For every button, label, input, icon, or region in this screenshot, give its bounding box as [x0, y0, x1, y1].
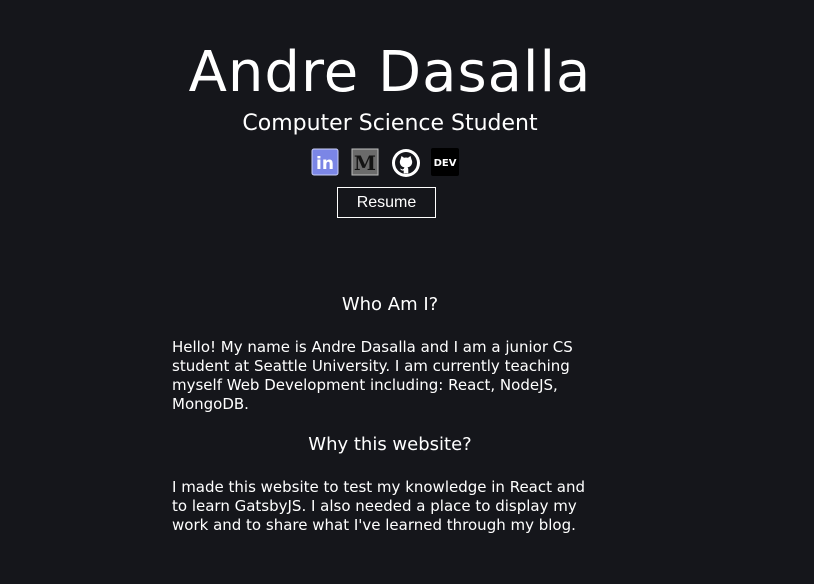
github-link[interactable] [391, 148, 420, 177]
medium-link[interactable]: M [351, 148, 379, 176]
dev-icon: DEV [431, 148, 459, 176]
why-heading: Why this website? [308, 434, 472, 455]
page-title: Andre Dasalla [188, 40, 592, 105]
dev-link[interactable]: DEV [431, 148, 459, 176]
linkedin-link[interactable]: in [311, 148, 339, 176]
linkedin-icon: in [311, 148, 339, 176]
svg-text:M: M [354, 151, 376, 175]
svg-text:DEV: DEV [434, 158, 457, 169]
github-icon [392, 149, 420, 177]
resume-button[interactable]: Resume [337, 187, 436, 218]
svg-text:in: in [316, 154, 334, 174]
social-links: in M DEV [311, 148, 459, 177]
why-text: I made this website to test my knowledge… [172, 478, 585, 534]
page: Andre Dasalla Computer Science Student i… [0, 0, 814, 584]
medium-icon: M [351, 148, 379, 176]
page-subtitle: Computer Science Student [242, 111, 538, 136]
about-text: Hello! My name is Andre Dasalla and I am… [172, 338, 573, 413]
about-heading: Who Am I? [341, 294, 439, 315]
